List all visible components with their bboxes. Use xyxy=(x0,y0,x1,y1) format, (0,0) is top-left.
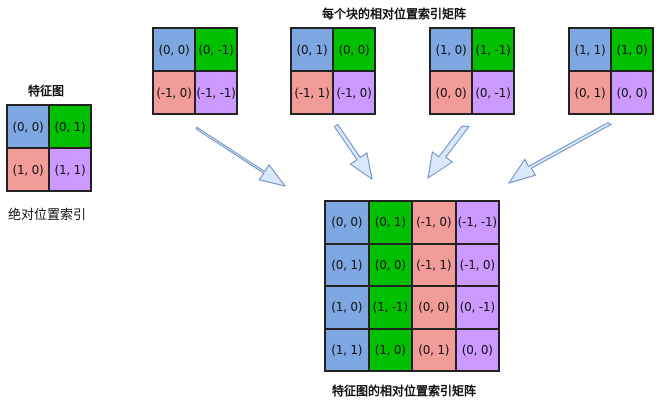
matrix-cell: (0, 1) xyxy=(368,201,412,244)
matrix-cell: (0, -1) xyxy=(455,286,499,329)
arrow-4 xyxy=(507,122,612,184)
matrix-cell: (0, 0) xyxy=(455,328,499,371)
matrix-cell: (0, 1) xyxy=(325,243,369,286)
matrix-cell: (0, 0) xyxy=(368,243,412,286)
arrow-2 xyxy=(333,123,373,181)
matrix-cell: (1, 1) xyxy=(325,328,369,371)
matrix-cell: (1, 0) xyxy=(368,328,412,371)
matrix-cell: (0, 0) xyxy=(325,201,369,244)
matrix-cell: (0, 0) xyxy=(412,286,456,329)
matrix-cell: (0, 1) xyxy=(412,328,456,371)
matrix-cell: (-1, 1) xyxy=(412,243,456,286)
matrix-cell: (-1, 0) xyxy=(455,243,499,286)
arrow-3 xyxy=(427,125,470,180)
matrix-cell: (1, -1) xyxy=(368,286,412,329)
arrow-1 xyxy=(195,126,287,187)
relative-index-matrix: (0, 0) (0, 1) (-1, 0) (-1, -1) (0, 1) (0… xyxy=(324,200,500,372)
matrix-cell: (-1, 0) xyxy=(412,201,456,244)
matrix-cell: (1, 0) xyxy=(325,286,369,329)
matrix-cell: (-1, -1) xyxy=(455,201,499,244)
